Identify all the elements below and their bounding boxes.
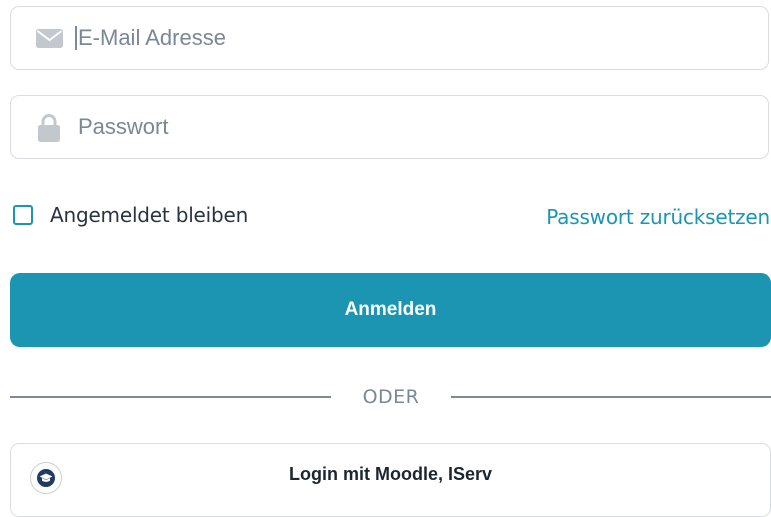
sso-login-button[interactable]: Login mit Moodle, IServ	[10, 443, 771, 517]
or-divider: ODER	[10, 383, 771, 411]
divider-line-left	[10, 396, 331, 398]
sso-login-label: Login mit Moodle, IServ	[288, 463, 492, 484]
password-field-container[interactable]	[10, 95, 769, 159]
reset-password-link[interactable]: Passwort zurücksetzen	[546, 205, 770, 229]
login-button[interactable]: Anmelden	[10, 273, 771, 347]
divider-line-right	[451, 396, 771, 398]
password-input[interactable]	[78, 114, 768, 140]
graduation-cap-icon	[30, 462, 62, 494]
remember-me-checkbox[interactable]	[13, 205, 33, 225]
text-cursor	[75, 26, 77, 50]
divider-text: ODER	[362, 386, 420, 408]
remember-me-label: Angemeldet bleiben	[50, 203, 249, 227]
remember-me-checkbox-row[interactable]: Angemeldet bleiben	[13, 203, 248, 227]
email-input[interactable]	[78, 25, 768, 51]
envelope-icon	[35, 24, 63, 52]
lock-icon	[35, 113, 63, 142]
email-field-container[interactable]	[10, 6, 769, 70]
